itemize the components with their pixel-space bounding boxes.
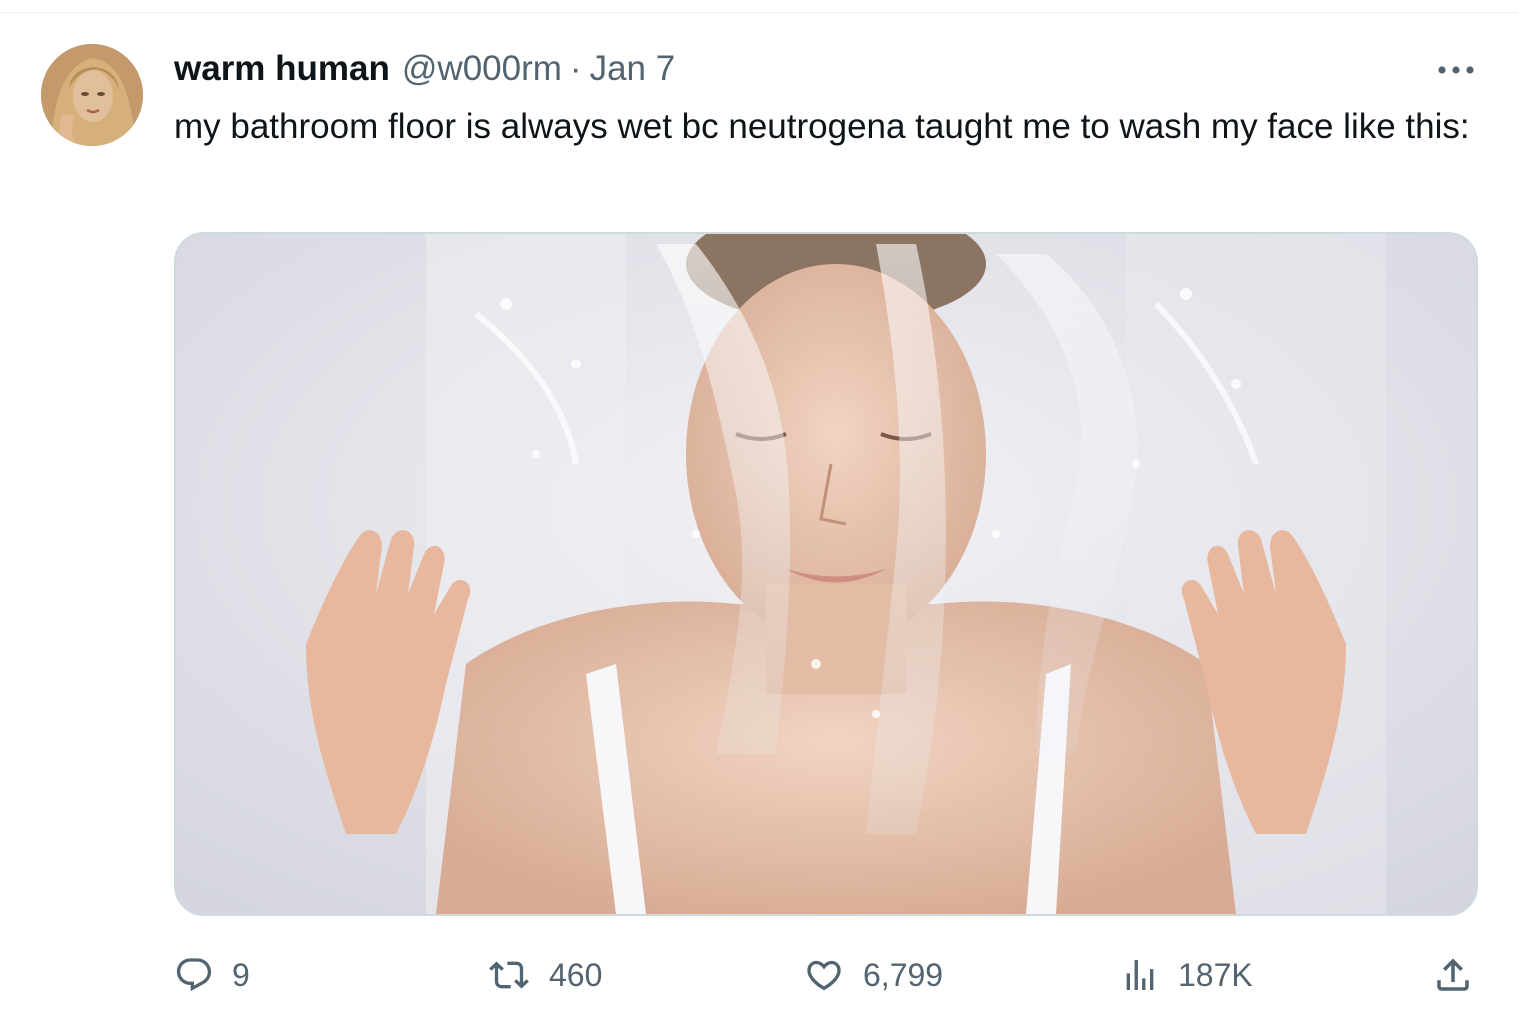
retweet-count: 460: [549, 956, 603, 993]
more-options-button[interactable]: [1432, 52, 1480, 88]
tweet-media-image[interactable]: [174, 232, 1478, 916]
tweet-text: my bathroom floor is always wet bc neutr…: [174, 107, 1470, 146]
views-count: 187K: [1178, 956, 1253, 993]
top-divider: [0, 12, 1519, 13]
author-display-name[interactable]: warm human: [174, 49, 390, 89]
tweet-header: warm human @w000rm · Jan 7: [174, 47, 675, 91]
heart-icon: [807, 960, 841, 991]
views-chart-icon: [1126, 960, 1154, 990]
reply-button[interactable]: 9: [174, 950, 250, 1000]
reply-count: 9: [232, 956, 250, 993]
retweet-icon: [489, 961, 529, 989]
retweet-button[interactable]: 460: [487, 950, 602, 1000]
reply-icon: [176, 958, 212, 992]
avatar-photo-icon: [41, 44, 143, 146]
more-dots-icon: [1438, 66, 1474, 74]
like-button[interactable]: 6,799: [803, 950, 943, 1000]
share-icon: [1437, 958, 1469, 991]
tweet-actions-bar: 9 460 6,799 187K: [0, 950, 1519, 1000]
views-button[interactable]: 187K: [1120, 950, 1253, 1000]
header-separator: ·: [569, 49, 582, 88]
author-avatar[interactable]: [41, 44, 143, 146]
author-handle[interactable]: @w000rm: [402, 49, 562, 89]
share-button[interactable]: [1432, 950, 1474, 1000]
tweet-timestamp[interactable]: Jan 7: [590, 49, 676, 89]
like-count: 6,799: [863, 956, 944, 993]
water-splash-photo: [176, 234, 1476, 914]
